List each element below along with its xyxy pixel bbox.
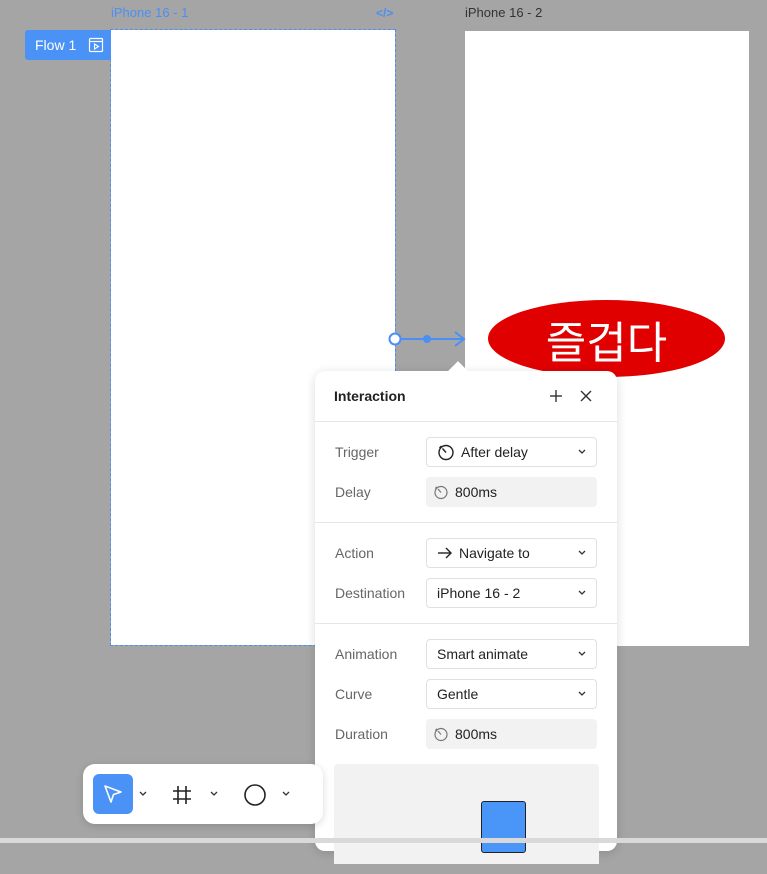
annotation-ellipse: 즐겁다 (488, 300, 725, 377)
destination-value: iPhone 16 - 2 (437, 585, 521, 601)
code-icon[interactable]: </> (376, 6, 393, 20)
delay-input[interactable]: 800ms (426, 477, 597, 507)
ellipse-tool-button[interactable] (240, 780, 270, 810)
move-tool-chevron-icon[interactable] (137, 788, 149, 800)
cursor-icon (104, 785, 122, 803)
prototype-connector[interactable] (385, 326, 470, 357)
animation-dropdown[interactable]: Smart animate (426, 639, 597, 669)
canvas-bottom-edge (0, 838, 767, 843)
delay-label: Delay (335, 484, 371, 500)
timer-icon (433, 726, 449, 742)
close-button[interactable] (574, 384, 598, 408)
ellipse-tool-chevron-icon[interactable] (280, 788, 292, 800)
animation-label: Animation (335, 646, 398, 662)
trigger-label: Trigger (335, 444, 379, 460)
flow-badge-label: Flow 1 (35, 37, 77, 53)
trigger-value: After delay (461, 444, 528, 460)
frame1-label[interactable]: iPhone 16 - 1 (111, 5, 188, 20)
animation-value: Smart animate (437, 646, 529, 662)
animation-preview (334, 764, 599, 864)
animation-section: Animation Smart animate Curve Gentle Dur… (315, 624, 617, 874)
action-value: Navigate to (459, 545, 530, 561)
bottom-toolbar (83, 764, 323, 824)
curve-dropdown[interactable]: Gentle (426, 679, 597, 709)
circle-icon (244, 784, 266, 806)
frame-tool-button[interactable] (167, 780, 197, 810)
trigger-section: Trigger After delay Delay 800ms (315, 422, 617, 523)
panel-header: Interaction (315, 371, 617, 422)
frame-tool-chevron-icon[interactable] (208, 788, 220, 800)
action-dropdown[interactable]: Navigate to (426, 538, 597, 568)
timer-icon (437, 443, 455, 461)
add-interaction-button[interactable] (544, 384, 568, 408)
trigger-dropdown[interactable]: After delay (426, 437, 597, 467)
chevron-down-icon (578, 449, 586, 455)
delay-value: 800ms (455, 484, 498, 500)
flow-start-badge[interactable]: Flow 1 (25, 30, 111, 60)
arrow-right-icon (437, 546, 453, 560)
curve-value: Gentle (437, 686, 479, 702)
action-label: Action (335, 545, 374, 561)
duration-value: 800ms (455, 726, 498, 742)
action-section: Action Navigate to Destination iPhone 16… (315, 523, 617, 624)
duration-label: Duration (335, 726, 388, 742)
curve-label: Curve (335, 686, 373, 702)
chevron-down-icon (578, 651, 586, 657)
annotation-text: 즐겁다 (545, 317, 668, 369)
hash-frame-icon (173, 786, 191, 804)
destination-dropdown[interactable]: iPhone 16 - 2 (426, 578, 597, 608)
chevron-down-icon (578, 691, 586, 697)
chevron-down-icon (578, 550, 586, 556)
duration-input[interactable]: 800ms (426, 719, 597, 749)
timer-icon (433, 484, 449, 500)
interaction-panel: Interaction Trigger After delay Delay 80… (315, 361, 617, 864)
preview-rectangle (481, 801, 526, 853)
destination-label: Destination (335, 585, 406, 601)
move-tool-button[interactable] (93, 774, 133, 814)
panel-title: Interaction (334, 388, 406, 404)
chevron-down-icon (578, 590, 586, 596)
play-frame-icon[interactable] (88, 37, 104, 53)
close-icon (580, 390, 592, 402)
plus-icon (550, 390, 562, 402)
frame2-label[interactable]: iPhone 16 - 2 (465, 5, 542, 20)
